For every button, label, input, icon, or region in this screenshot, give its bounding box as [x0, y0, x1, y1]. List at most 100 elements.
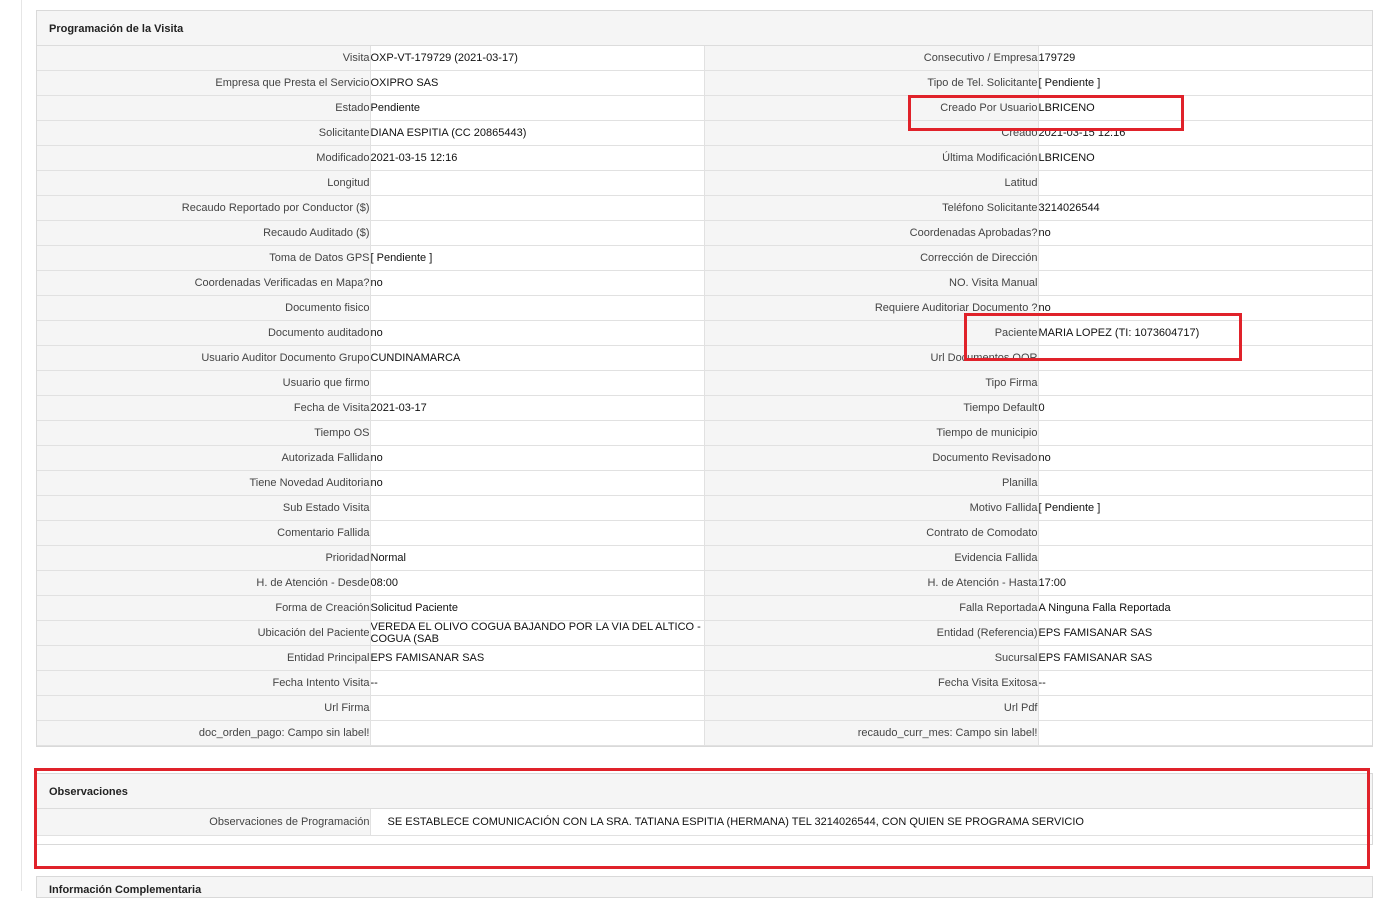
table-row: Url Firma Url Pdf — [37, 695, 1372, 721]
field-label-no-visita-manual: NO. Visita Manual — [704, 270, 1039, 296]
field-value-ubicacion-del-paciente: VEREDA EL OLIVO COGUA BAJANDO POR LA VIA… — [370, 620, 705, 646]
field-label-url-pdf: Url Pdf — [704, 695, 1039, 721]
field-label-sub-estado-visita: Sub Estado Visita — [37, 495, 371, 521]
highlight-patient — [964, 313, 1242, 361]
table-row: Fecha Intento Visita -- Fecha Visita Exit… — [37, 670, 1372, 696]
field-label-doc-orden-pago-campo-sin-label: doc_orden_pago: Campo sin label! — [37, 720, 371, 746]
field-value-motivo-fallida: [ Pendiente ] — [1038, 495, 1372, 521]
field-label-fecha-visita-exitosa: Fecha Visita Exitosa — [704, 670, 1039, 696]
left-guide-line — [21, 0, 22, 891]
field-value-ultima-modificacion: LBRICENO — [1038, 145, 1372, 171]
field-value-fecha-de-visita: 2021-03-17 — [370, 395, 705, 421]
field-label-tiene-novedad-auditoria: Tiene Novedad Auditoria — [37, 470, 371, 496]
field-label-prioridad: Prioridad — [37, 545, 371, 571]
field-value-tiempo-de-municipio — [1038, 420, 1372, 446]
field-value-coordenadas-aprobadas: no — [1038, 220, 1372, 246]
field-label-ubicacion-del-paciente: Ubicación del Paciente — [37, 620, 371, 646]
field-value-latitud — [1038, 170, 1372, 196]
table-row: Coordenadas Verificadas en Mapa? no NO. V… — [37, 270, 1372, 296]
field-label-coordenadas-aprobadas: Coordenadas Aprobadas? — [704, 220, 1039, 246]
field-label-tiempo-default: Tiempo Default — [704, 395, 1039, 421]
field-value-documento-revisado: no — [1038, 445, 1372, 471]
complementary-info-title: Información Complementaria — [49, 884, 202, 896]
field-value-usuario-auditor-documento-grupo: CUNDINAMARCA — [370, 345, 705, 371]
table-row: Comentario Fallida Contrato de Comodato — [37, 520, 1372, 546]
field-value-h-de-atencion-hasta: 17:00 — [1038, 570, 1372, 596]
field-value-entidad-referencia: EPS FAMISANAR SAS — [1038, 620, 1372, 646]
field-value-usuario-que-firmo — [370, 370, 705, 396]
field-label-latitud: Latitud — [704, 170, 1039, 196]
field-label-tipo-firma: Tipo Firma — [704, 370, 1039, 396]
field-value-fecha-visita-exitosa: -- — [1038, 670, 1372, 696]
field-value-documento-fisico — [370, 295, 705, 321]
field-label-recaudo-curr-mes-campo-sin-label: recaudo_curr_mes: Campo sin label! — [704, 720, 1039, 746]
table-row: Usuario que firmo Tipo Firma — [37, 370, 1372, 396]
field-value-estado: Pendiente — [370, 95, 705, 121]
table-row: Modificado 2021-03-15 12:16 Última Modific… — [37, 145, 1372, 171]
field-label-documento-auditado: Documento auditado — [37, 320, 371, 346]
field-value-comentario-fallida — [370, 520, 705, 546]
complementary-info-panel: Información Complementaria — [36, 876, 1373, 898]
field-value-coordenadas-verificadas-en-mapa: no — [370, 270, 705, 296]
field-value-forma-de-creacion: Solicitud Paciente — [370, 595, 705, 621]
field-label-planilla: Planilla — [704, 470, 1039, 496]
field-label-consecutivo-empresa: Consecutivo / Empresa — [704, 46, 1039, 71]
field-value-recaudo-reportado-por-conductor — [370, 195, 705, 221]
field-value-telefono-solicitante: 3214026544 — [1038, 195, 1372, 221]
table-row: Ubicación del Paciente VEREDA EL OLIVO CO… — [37, 620, 1372, 646]
table-row: Toma de Datos GPS[ Pendiente ] Corrección… — [37, 245, 1372, 271]
field-label-comentario-fallida: Comentario Fallida — [37, 520, 371, 546]
field-value-visita: OXP-VT-179729 (2021-03-17) — [370, 46, 705, 71]
field-value-doc-orden-pago-campo-sin-label — [370, 720, 705, 746]
field-value-falla-reportada: A Ninguna Falla Reportada — [1038, 595, 1372, 621]
table-row: Empresa que Presta el Servicio OXIPRO SAS… — [37, 70, 1372, 96]
field-value-contrato-de-comodato — [1038, 520, 1372, 546]
field-label-fecha-intento-visita: Fecha Intento Visita — [37, 670, 371, 696]
field-label-autorizada-fallida: Autorizada Fallida — [37, 445, 371, 471]
table-row: doc_orden_pago: Campo sin label! recaudo_… — [37, 720, 1372, 746]
field-label-tipo-de-tel-solicitante: Tipo de Tel. Solicitante — [704, 70, 1039, 96]
field-value-empresa-que-presta-el-servicio: OXIPRO SAS — [370, 70, 705, 96]
table-row: Recaudo Auditado ($) Coordenadas Aprobada… — [37, 220, 1372, 246]
field-value-solicitante: DIANA ESPITIA (CC 20865443) — [370, 120, 705, 146]
field-value-tiempo-default: 0 — [1038, 395, 1372, 421]
field-label-usuario-auditor-documento-grupo: Usuario Auditor Documento Grupo — [37, 345, 371, 371]
field-label-longitud: Longitud — [37, 170, 371, 196]
field-value-entidad-principal: EPS FAMISANAR SAS — [370, 645, 705, 671]
field-label-falla-reportada: Falla Reportada — [704, 595, 1039, 621]
field-label-forma-de-creacion: Forma de Creación — [37, 595, 371, 621]
table-row: H. de Atención - Desde 08:00 H. de Atenció… — [37, 570, 1372, 596]
visit-panel-title: Programación de la Visita — [37, 11, 1372, 46]
field-value-no-visita-manual — [1038, 270, 1372, 296]
field-label-sucursal: Sucursal — [704, 645, 1039, 671]
field-value-sucursal: EPS FAMISANAR SAS — [1038, 645, 1372, 671]
field-value-tiempo-os — [370, 420, 705, 446]
field-label-recaudo-reportado-por-conductor: Recaudo Reportado por Conductor ($) — [37, 195, 371, 221]
table-row: Tiempo OS Tiempo de municipio — [37, 420, 1372, 446]
field-value-autorizada-fallida: no — [370, 445, 705, 471]
field-label-estado: Estado — [37, 95, 371, 121]
field-label-solicitante: Solicitante — [37, 120, 371, 146]
field-value-evidencia-fallida — [1038, 545, 1372, 571]
field-label-tiempo-de-municipio: Tiempo de municipio — [704, 420, 1039, 446]
table-row: Sub Estado Visita Motivo Fallida[ Pendien… — [37, 495, 1372, 521]
field-label-entidad-principal: Entidad Principal — [37, 645, 371, 671]
field-label-fecha-de-visita: Fecha de Visita — [37, 395, 371, 421]
table-row: Visita OXP-VT-179729 (2021-03-17) Consecut… — [37, 46, 1372, 71]
field-label-correccion-de-direccion: Corrección de Dirección — [704, 245, 1039, 271]
field-value-documento-auditado: no — [370, 320, 705, 346]
field-value-modificado: 2021-03-15 12:16 — [370, 145, 705, 171]
table-row: Prioridad Normal Evidencia Fallida — [37, 545, 1372, 571]
field-label-h-de-atencion-hasta: H. de Atención - Hasta — [704, 570, 1039, 596]
highlight-observations — [34, 768, 1370, 869]
field-value-consecutivo-empresa: 179729 — [1038, 46, 1372, 71]
field-label-recaudo-auditado: Recaudo Auditado ($) — [37, 220, 371, 246]
field-label-empresa-que-presta-el-servicio: Empresa que Presta el Servicio — [37, 70, 371, 96]
field-value-prioridad: Normal — [370, 545, 705, 571]
field-value-toma-de-datos-gps: [ Pendiente ] — [370, 245, 705, 271]
field-label-toma-de-datos-gps: Toma de Datos GPS — [37, 245, 371, 271]
field-label-documento-fisico: Documento fisico — [37, 295, 371, 321]
field-value-longitud — [370, 170, 705, 196]
table-row: Recaudo Reportado por Conductor ($) Teléf… — [37, 195, 1372, 221]
field-label-telefono-solicitante: Teléfono Solicitante — [704, 195, 1039, 221]
